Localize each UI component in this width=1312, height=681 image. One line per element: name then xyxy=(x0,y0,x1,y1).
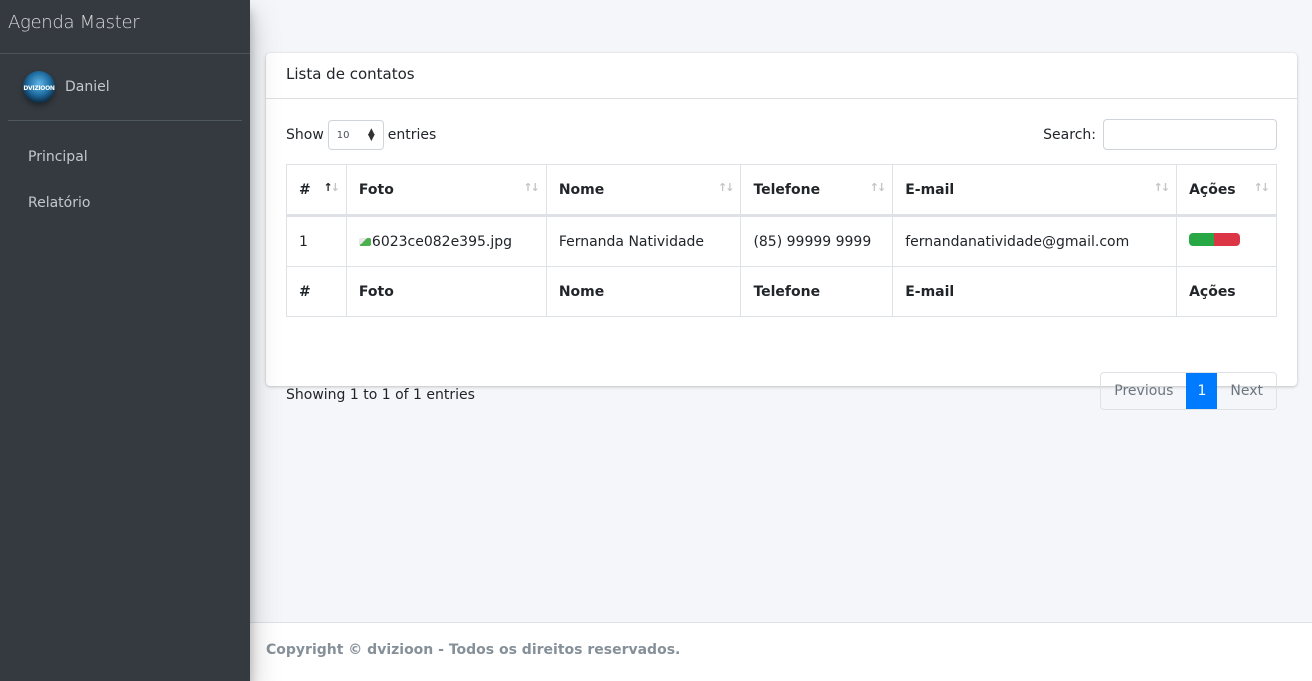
card-title: Lista de contatos xyxy=(266,53,1297,99)
column-header-telefone[interactable]: Telefone ↑↓ xyxy=(740,164,894,217)
sort-icon: ↑↓ xyxy=(718,181,735,194)
cell-foto: 6023ce082e395.jpg xyxy=(345,215,547,267)
sort-icon: ↑↓ xyxy=(523,181,540,194)
table-row: 1 6023ce082e395.jpg Fernanda Natividade … xyxy=(286,215,1277,267)
sort-icon: ↑↓ xyxy=(1153,181,1171,194)
sort-icon: ↑↓ xyxy=(1253,181,1271,194)
brand-title[interactable]: Agenda Master xyxy=(0,0,250,54)
select-arrows-icon: ▲ ▼ xyxy=(367,127,375,143)
avatar-text: DVIZIOON xyxy=(23,85,55,92)
column-header-nome[interactable]: Nome ↑↓ xyxy=(545,164,742,217)
column-header-id[interactable]: # ↑↓ xyxy=(286,164,347,217)
sidebar-item-relatorio[interactable]: Relatório xyxy=(0,191,250,237)
sort-asc-icon: ↑↓ xyxy=(323,181,340,194)
contacts-card: Lista de contatos Show 10 ▲ ▼ entries Sea… xyxy=(266,53,1297,410)
page-1-button[interactable]: 1 xyxy=(1186,373,1218,409)
main-content: Lista de contatos Show 10 ▲ ▼ entries Sea… xyxy=(250,0,1312,622)
length-prefix: Show xyxy=(286,127,324,143)
column-header-email[interactable]: E-mail ↑↓ xyxy=(892,164,1178,217)
footer-col-nome: Nome xyxy=(545,266,742,317)
search-input[interactable] xyxy=(1103,119,1277,150)
sidebar-nav: Principal Relatório xyxy=(0,145,250,237)
broken-image-icon xyxy=(358,237,371,246)
cell-nome: Fernanda Natividade xyxy=(545,215,742,267)
next-button[interactable]: Next xyxy=(1217,373,1276,409)
search-label: Search: xyxy=(1043,126,1096,143)
pagination: Previous 1 Next xyxy=(1100,372,1277,410)
cell-acoes xyxy=(1176,215,1277,267)
user-panel: DVIZIOON Daniel xyxy=(8,54,242,121)
cell-email: fernandanatividade@gmail.com xyxy=(892,215,1178,267)
footer-col-foto: Foto xyxy=(345,266,547,317)
footer-col-acoes: Ações xyxy=(1176,266,1277,317)
entries-length: Show 10 ▲ ▼ entries xyxy=(286,120,436,150)
sort-icon: ↑↓ xyxy=(869,181,887,194)
footer-col-email: E-mail xyxy=(892,266,1178,317)
column-header-acoes[interactable]: Ações ↑↓ xyxy=(1176,164,1277,217)
sidebar-item-principal[interactable]: Principal xyxy=(0,145,250,191)
contacts-table: # ↑↓ Foto ↑↓ Nome ↑↓ Telefone ↑↓ E-mail ↑↓ Aç… xyxy=(286,164,1277,317)
cell-telefone: (85) 99999 9999 xyxy=(740,215,894,267)
footer-col-id: # xyxy=(286,266,347,317)
footer-col-telefone: Telefone xyxy=(740,266,894,317)
footer-copyright: Copyright © dvizioon - Todos os direitos… xyxy=(250,622,1312,681)
table-footer-row: # Foto Nome Telefone E-mail Ações xyxy=(286,266,1277,317)
column-header-foto[interactable]: Foto ↑↓ xyxy=(345,164,547,217)
cell-id: 1 xyxy=(286,215,347,267)
previous-button[interactable]: Previous xyxy=(1101,373,1186,409)
entries-select-value: 10 xyxy=(336,129,350,141)
card-body: Show 10 ▲ ▼ entries Search: # ↑↓ Foto ↑↓ No… xyxy=(266,99,1297,410)
edit-button[interactable] xyxy=(1189,233,1215,246)
photo-alt-text: 6023ce082e395.jpg xyxy=(371,233,513,250)
table-info: Showing 1 to 1 of 1 entries xyxy=(286,387,475,403)
entries-select[interactable]: 10 ▲ ▼ xyxy=(327,120,384,150)
length-suffix: entries xyxy=(387,127,437,143)
avatar: DVIZIOON xyxy=(23,71,55,103)
delete-button[interactable] xyxy=(1214,233,1241,246)
sidebar: Agenda Master DVIZIOON Daniel Principal … xyxy=(0,0,250,681)
table-header-row: # ↑↓ Foto ↑↓ Nome ↑↓ Telefone ↑↓ E-mail ↑↓ Aç… xyxy=(286,164,1277,217)
user-name[interactable]: Daniel xyxy=(65,79,110,95)
search-box: Search: xyxy=(1043,119,1277,150)
